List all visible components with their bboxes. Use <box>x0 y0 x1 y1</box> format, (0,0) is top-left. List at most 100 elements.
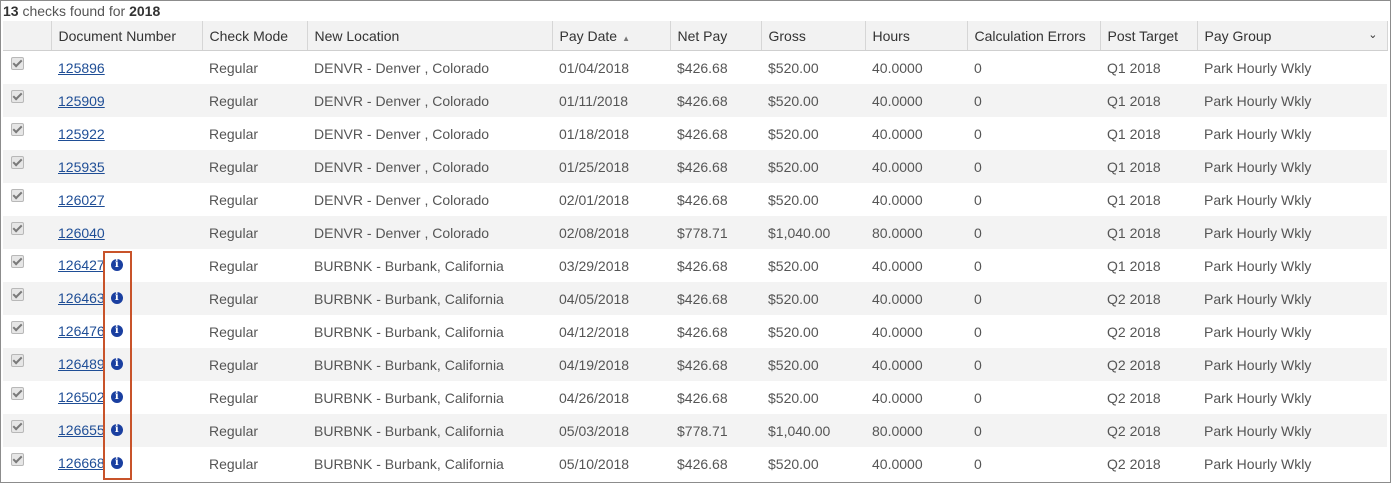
document-number-cell: 125935 <box>51 150 202 183</box>
document-number-link[interactable]: 126489 <box>58 356 105 372</box>
col-net-pay[interactable]: Net Pay <box>670 21 762 51</box>
hours-cell: 40.0000 <box>865 282 967 315</box>
pay-date-cell: 05/03/2018 <box>552 414 670 447</box>
info-icon[interactable]: i <box>110 358 123 370</box>
table-row[interactable]: 126027 Regular DENVR - Denver , Colorado 02… <box>3 183 1387 216</box>
hours-cell: 40.0000 <box>872 389 923 406</box>
document-number-cell: 126040 <box>51 216 202 249</box>
document-number-link[interactable]: 126655 <box>58 422 105 438</box>
info-icon[interactable]: i <box>110 391 123 403</box>
net-pay-cell: $426.68 <box>677 125 728 142</box>
table-row[interactable]: 126668 i Regular BURBNK - Burbank, Californ… <box>3 447 1387 480</box>
row-checkbox[interactable] <box>11 452 24 466</box>
col-gross[interactable]: Gross <box>761 21 866 51</box>
row-checkbox[interactable] <box>11 287 24 301</box>
row-checkbox[interactable] <box>11 155 24 169</box>
document-number-link[interactable]: 125909 <box>58 93 105 109</box>
table-row[interactable]: 125935 Regular DENVR - Denver , Colorado 01… <box>3 150 1387 183</box>
table-row[interactable]: 126476 i Regular BURBNK - Burbank, Californ… <box>3 315 1387 348</box>
col-pay-date[interactable]: Pay Date ▲ <box>552 21 671 51</box>
calculation-errors-cell: 0 <box>974 389 982 406</box>
hours-cell: 80.0000 <box>865 216 967 249</box>
net-pay-cell: $426.68 <box>677 191 728 208</box>
document-number-link[interactable]: 125896 <box>58 60 105 76</box>
document-number-link[interactable]: 126040 <box>58 225 105 241</box>
document-number-link[interactable]: 126427 <box>58 257 105 273</box>
info-icon[interactable]: i <box>110 292 123 304</box>
info-icon[interactable]: i <box>110 325 123 337</box>
new-location-cell: DENVR - Denver , Colorado <box>307 84 552 117</box>
document-number-link[interactable]: 126463 <box>58 290 105 306</box>
pay-group-cell: Park Hourly Wkly <box>1197 216 1387 249</box>
row-checkbox[interactable] <box>11 353 24 367</box>
col-new-location[interactable]: New Location <box>307 21 553 51</box>
row-checkbox[interactable] <box>11 122 24 136</box>
col-pay-group[interactable]: Pay Group ⌄ <box>1197 21 1388 51</box>
col-calculation-errors[interactable]: Calculation Errors <box>967 21 1101 51</box>
gross-cell: $520.00 <box>768 125 819 142</box>
col-check-mode[interactable]: Check Mode <box>202 21 308 51</box>
net-pay-cell: $426.68 <box>670 84 761 117</box>
document-number-link[interactable]: 126502 <box>58 389 105 405</box>
document-number-link[interactable]: 125935 <box>58 159 105 175</box>
row-checkbox[interactable] <box>11 419 24 433</box>
gross-cell: $1,040.00 <box>761 216 865 249</box>
row-select-cell <box>3 216 51 249</box>
chevron-double-down-icon[interactable]: ⌄ <box>1368 28 1377 41</box>
table-row[interactable]: 126040 Regular DENVR - Denver , Colorado 02… <box>3 216 1387 249</box>
post-target-cell: Q1 2018 <box>1100 216 1197 249</box>
net-pay-cell: $426.68 <box>677 323 728 340</box>
pay-group-cell: Park Hourly Wkly <box>1204 323 1312 340</box>
calculation-errors-cell: 0 <box>974 191 982 208</box>
sort-up-icon: ▲ <box>622 33 631 43</box>
row-select-cell <box>3 150 51 183</box>
table-row[interactable]: 125909 Regular DENVR - Denver , Colorado 01… <box>3 84 1387 117</box>
calculation-errors-cell: 0 <box>974 59 982 76</box>
table-row[interactable]: 126502 i Regular BURBNK - Burbank, Californ… <box>3 381 1387 414</box>
row-checkbox[interactable] <box>11 188 24 202</box>
document-number-link[interactable]: 126668 <box>58 455 105 471</box>
table-row[interactable]: 126489 i Regular BURBNK - Burbank, Californ… <box>3 348 1387 381</box>
row-checkbox[interactable] <box>11 221 24 235</box>
check-mode-cell: Regular <box>202 216 307 249</box>
table-row[interactable]: 125896 Regular DENVR - Denver , Colorado 01… <box>3 51 1387 85</box>
table-row[interactable]: 126427 i Regular BURBNK - Burbank, Californ… <box>3 249 1387 282</box>
net-pay-cell: $426.68 <box>677 455 728 472</box>
net-pay-cell: $426.68 <box>677 389 728 406</box>
row-select-cell <box>3 84 51 117</box>
info-icon[interactable]: i <box>110 457 123 469</box>
gross-cell: $520.00 <box>768 59 819 76</box>
table-row[interactable]: 126655 i Regular BURBNK - Burbank, Californ… <box>3 414 1387 447</box>
row-checkbox[interactable] <box>11 320 24 334</box>
checks-panel: 13 checks found for 2018 Document Number… <box>0 0 1391 483</box>
post-target-cell: Q2 2018 <box>1100 348 1197 381</box>
col-document-number[interactable]: Document Number <box>51 21 203 51</box>
net-pay-cell: $426.68 <box>670 150 761 183</box>
col-post-target[interactable]: Post Target <box>1100 21 1198 51</box>
post-target-cell: Q1 2018 <box>1107 257 1161 274</box>
row-checkbox[interactable] <box>11 89 24 103</box>
header-row: Document Number Check Mode New Location … <box>3 21 1388 51</box>
post-target-cell: Q1 2018 <box>1100 150 1197 183</box>
table-row[interactable]: 125922 Regular DENVR - Denver , Colorado 01… <box>3 117 1387 150</box>
calculation-errors-cell: 0 <box>974 455 982 472</box>
row-checkbox[interactable] <box>11 386 24 400</box>
row-checkbox[interactable] <box>11 254 24 268</box>
info-icon[interactable]: i <box>110 259 123 271</box>
net-pay-cell: $426.68 <box>677 257 728 274</box>
table-row[interactable]: 126463 i Regular BURBNK - Burbank, Californ… <box>3 282 1387 315</box>
new-location-cell: BURBNK - Burbank, California <box>307 414 552 447</box>
col-hours[interactable]: Hours <box>865 21 968 51</box>
pay-date-cell: 04/19/2018 <box>552 348 670 381</box>
pay-date-cell: 05/10/2018 <box>559 455 630 472</box>
document-number-link[interactable]: 125922 <box>58 126 105 142</box>
check-mode-cell: Regular <box>202 282 307 315</box>
row-checkbox[interactable] <box>11 56 24 70</box>
new-location-cell: BURBNK - Burbank, California <box>314 323 504 340</box>
check-mode-cell: Regular <box>209 191 259 208</box>
results-summary-text: checks found for <box>18 3 130 19</box>
info-icon[interactable]: i <box>110 424 123 436</box>
gross-cell: $520.00 <box>761 84 865 117</box>
document-number-link[interactable]: 126027 <box>58 192 105 208</box>
document-number-link[interactable]: 126476 <box>58 323 105 339</box>
